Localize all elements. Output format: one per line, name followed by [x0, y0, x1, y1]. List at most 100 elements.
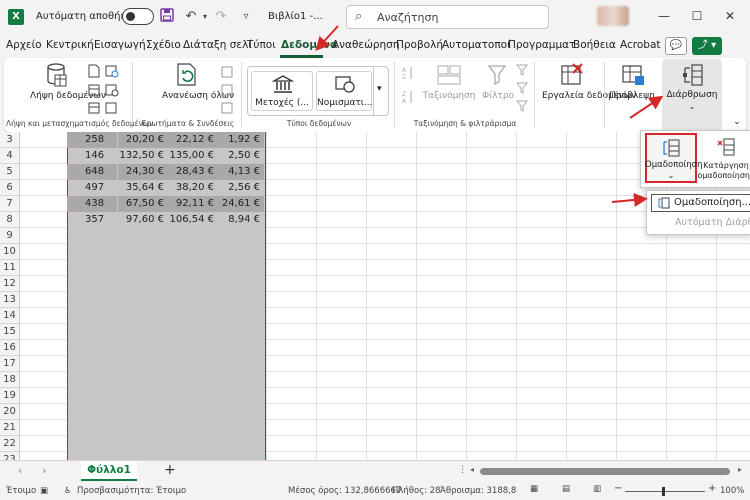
- close-icon[interactable]: ✕: [718, 6, 742, 26]
- next-sheet-icon[interactable]: ›: [42, 464, 46, 477]
- currencies-button[interactable]: Νομισματι...: [316, 71, 372, 111]
- add-sheet-button[interactable]: +: [164, 462, 176, 478]
- scroll-right-icon[interactable]: ▸: [738, 465, 742, 474]
- tab-home[interactable]: Κεντρική: [46, 39, 94, 51]
- row-header[interactable]: 18: [0, 372, 20, 388]
- get-data-button[interactable]: Λήψη δεδομένων: [30, 90, 106, 102]
- row-header[interactable]: 9: [0, 228, 20, 244]
- prev-sheet-icon[interactable]: ‹: [18, 464, 22, 477]
- table-cell[interactable]: 97,60 €: [118, 212, 168, 228]
- zoom-level[interactable]: 100%: [720, 486, 744, 496]
- table-cell[interactable]: 24,30 €: [118, 164, 168, 180]
- row-header[interactable]: 3: [0, 132, 20, 148]
- table-cell[interactable]: 648: [67, 164, 117, 180]
- customize-toolbar-icon[interactable]: ▿: [238, 8, 254, 26]
- table-cell[interactable]: 135,00 €: [168, 148, 218, 164]
- autosave-toggle[interactable]: [122, 8, 154, 25]
- accessibility-status[interactable]: Προσβασιμότητα: Έτοιμο: [77, 486, 186, 496]
- sort-za-icon[interactable]: ZA: [402, 90, 414, 107]
- row-header[interactable]: 12: [0, 276, 20, 292]
- row-header[interactable]: 4: [0, 148, 20, 164]
- recent-sources-icon[interactable]: [105, 83, 119, 100]
- scroll-left-icon[interactable]: ◂: [470, 465, 474, 474]
- minimize-icon[interactable]: —: [652, 6, 676, 26]
- table-cell[interactable]: 4,13 €: [218, 164, 264, 180]
- page-layout-view-icon[interactable]: ▤: [562, 484, 570, 494]
- table-cell[interactable]: 132,50 €: [118, 148, 168, 164]
- tab-formulas[interactable]: Τύποι: [247, 39, 276, 51]
- share-button[interactable]: ⤴ ▾: [692, 37, 722, 55]
- ungroup-button[interactable]: Κατάργηση ομαδοποίησης: [697, 135, 750, 183]
- row-header[interactable]: 11: [0, 260, 20, 276]
- redo-icon[interactable]: ↷: [213, 8, 229, 26]
- row-header[interactable]: 7: [0, 196, 20, 212]
- menu-item-group[interactable]: Ομαδοποίηση...: [651, 194, 750, 212]
- search-input[interactable]: ⌕ Αναζήτηση: [346, 5, 549, 29]
- tab-split-handle[interactable]: ⋮: [458, 465, 467, 475]
- table-cell[interactable]: 258: [67, 132, 117, 148]
- properties-small-icon[interactable]: [221, 84, 233, 99]
- group-button[interactable]: Ομαδοποίηση ⌄: [645, 133, 702, 183]
- advanced-filter-icon[interactable]: [515, 100, 529, 115]
- reapply-icon[interactable]: [515, 82, 529, 97]
- row-header[interactable]: 13: [0, 292, 20, 308]
- table-cell[interactable]: 2,56 €: [218, 180, 264, 196]
- table-cell[interactable]: 2,50 €: [218, 148, 264, 164]
- menu-item-auto-outline[interactable]: Αυτόματη Διάρθρ: [675, 217, 750, 228]
- tab-help[interactable]: Βοήθεια: [573, 39, 616, 51]
- edit-links-icon[interactable]: [221, 102, 233, 117]
- from-table-icon[interactable]: [88, 83, 100, 100]
- outline-button[interactable]: Διάρθρωση ⌄: [662, 59, 722, 131]
- maximize-icon[interactable]: ☐: [685, 6, 709, 26]
- tab-page-layout[interactable]: Διάταξη σελί: [183, 39, 252, 51]
- refresh-all-button[interactable]: Ανανέωση όλων: [162, 90, 234, 102]
- row-header[interactable]: 6: [0, 180, 20, 196]
- table-cell[interactable]: 22,12 €: [168, 132, 218, 148]
- zoom-in-icon[interactable]: +: [708, 483, 716, 494]
- table-cell[interactable]: 20,20 €: [118, 132, 168, 148]
- table-cell[interactable]: 24,61 €: [218, 196, 264, 212]
- table-cell[interactable]: 35,64 €: [118, 180, 168, 196]
- tab-data[interactable]: Δεδομένα: [281, 39, 337, 51]
- from-text-icon[interactable]: [88, 64, 100, 81]
- normal-view-icon[interactable]: ▦: [530, 484, 538, 494]
- forecast-button[interactable]: Πρόβλεψη: [606, 90, 658, 102]
- row-header[interactable]: 16: [0, 340, 20, 356]
- filter-button[interactable]: Φίλτρο: [478, 90, 518, 102]
- row-header[interactable]: 14: [0, 308, 20, 324]
- row-header[interactable]: 10: [0, 244, 20, 260]
- row-header[interactable]: 15: [0, 324, 20, 340]
- table-cell[interactable]: 67,50 €: [118, 196, 168, 212]
- tab-automate[interactable]: Αυτοματοποί: [442, 39, 511, 51]
- table-cell[interactable]: 8,94 €: [218, 212, 264, 228]
- table-cell[interactable]: 146: [67, 148, 117, 164]
- table-cell[interactable]: 28,43 €: [168, 164, 218, 180]
- queries-connections-icon[interactable]: [221, 66, 233, 81]
- undo-dropdown-icon[interactable]: ▾: [200, 8, 210, 26]
- table-cell[interactable]: 438: [67, 196, 117, 212]
- zoom-slider[interactable]: [625, 491, 705, 492]
- row-header[interactable]: 20: [0, 404, 20, 420]
- zoom-slider-thumb[interactable]: [662, 487, 665, 496]
- table-cell[interactable]: 38,20 €: [168, 180, 218, 196]
- sort-button[interactable]: Ταξινόμηση: [421, 90, 477, 102]
- existing-connections-icon[interactable]: [88, 102, 100, 117]
- comments-button[interactable]: 💬: [665, 37, 687, 55]
- row-header[interactable]: 22: [0, 436, 20, 452]
- table-cell[interactable]: 1,92 €: [218, 132, 264, 148]
- tab-acrobat[interactable]: Acrobat: [620, 39, 661, 51]
- clear-filter-icon[interactable]: [515, 64, 529, 79]
- undo-icon[interactable]: ↶: [183, 8, 199, 26]
- tab-insert[interactable]: Εισαγωγή: [94, 39, 146, 51]
- tab-developer[interactable]: Προγραμματ: [508, 39, 575, 51]
- table-cell[interactable]: 357: [67, 212, 117, 228]
- account-avatar[interactable]: [597, 6, 629, 26]
- row-header[interactable]: 17: [0, 356, 20, 372]
- table-cell[interactable]: 497: [67, 180, 117, 196]
- row-header[interactable]: 5: [0, 164, 20, 180]
- sheet-tab-sheet1[interactable]: Φύλλο1: [81, 461, 137, 481]
- document-title[interactable]: Βιβλίο1 -...: [268, 11, 323, 22]
- page-break-view-icon[interactable]: ▥: [593, 484, 601, 494]
- row-header[interactable]: 8: [0, 212, 20, 228]
- tab-file[interactable]: Αρχείο: [6, 39, 42, 51]
